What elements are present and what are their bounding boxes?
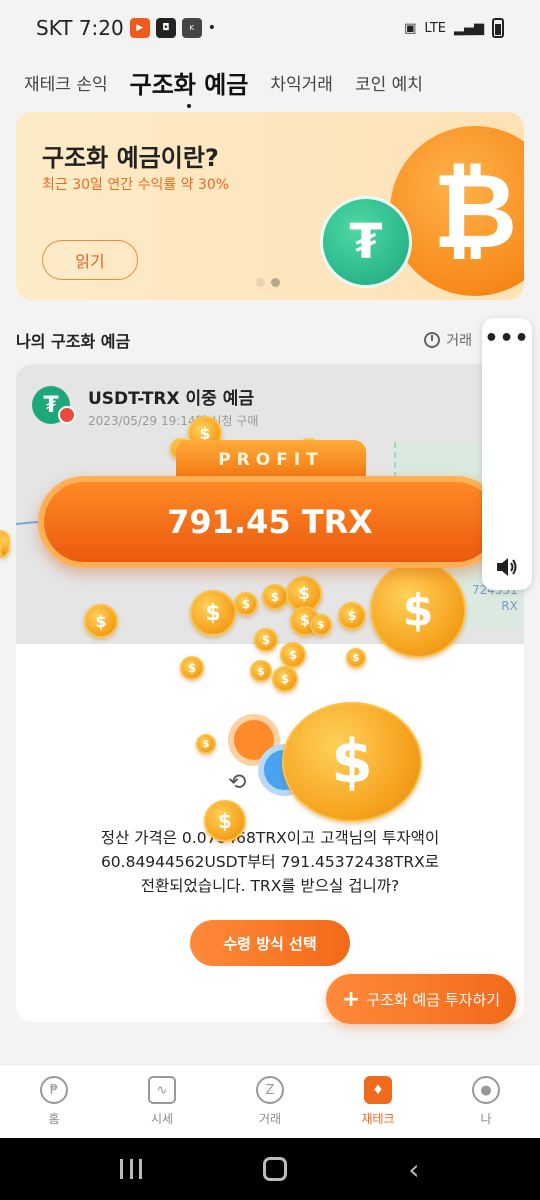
volume-icon[interactable] xyxy=(494,554,520,580)
nav-home[interactable]: ₱ 홈 xyxy=(0,1065,108,1138)
bank-app-icon: K xyxy=(181,18,202,38)
banner-subtitle: 최근 30일 연간 수익률 약 30% xyxy=(42,177,230,193)
profit-label: PROFIT xyxy=(176,440,366,480)
promo-banner[interactable]: 구조화 예금이란? 최근 30일 연간 수익률 약 30% 읽기 ₿ ₮ xyxy=(16,112,524,300)
lock-icon: ▣ xyxy=(404,20,417,36)
home-button-icon[interactable] xyxy=(263,1157,288,1181)
coin-icon: $ xyxy=(234,592,258,616)
coin-icon: $ xyxy=(272,666,298,692)
wealth-icon: ♦ xyxy=(364,1076,392,1104)
recent-apps-icon[interactable] xyxy=(120,1159,143,1179)
tab-coin-deposit[interactable]: 코인 예치 xyxy=(355,70,423,95)
profit-pill: 791.45 TRX xyxy=(38,476,502,568)
back-icon[interactable]: ‹ xyxy=(408,1153,419,1186)
status-left: SKT 7:20 ▶ ◘ K • xyxy=(36,16,216,40)
profit-overlay: PROFIT 791.45 TRX xyxy=(38,440,502,570)
my-deposit-header: 나의 구조화 예금 거래 xyxy=(16,328,524,352)
swap-arrow-icon: ⟲ xyxy=(228,770,247,795)
coin-icon: $ xyxy=(280,642,306,668)
invest-button-label: 구조화 예금 투자하기 xyxy=(366,990,501,1009)
clock-icon xyxy=(424,332,441,348)
more-options-icon[interactable]: ••• xyxy=(482,326,532,351)
trade-icon: Z xyxy=(256,1076,284,1104)
coin-icon: $ xyxy=(370,562,466,658)
choose-receive-method-button[interactable]: 수령 방식 선택 xyxy=(190,920,350,966)
status-bar: SKT 7:20 ▶ ◘ K • ▣ LTE ▂▄▆ xyxy=(0,0,540,56)
nav-wealth[interactable]: ♦ 재테크 xyxy=(324,1065,432,1138)
product-date: 2023/05/29 19:14일 신청 구매 xyxy=(88,414,259,428)
profit-value: 791.45 TRX xyxy=(167,503,373,541)
coin-icon: $ xyxy=(254,628,278,652)
chart-icon: ∿ xyxy=(148,1076,176,1104)
more-notifications-icon: • xyxy=(207,20,217,36)
coin-icon: $ xyxy=(282,702,422,822)
coin-icon: $ xyxy=(196,734,216,754)
nav-label: 시세 xyxy=(150,1112,174,1126)
coin-icon: $ xyxy=(180,656,204,680)
status-right: ▣ LTE ▂▄▆ xyxy=(404,18,504,38)
trx-icon xyxy=(58,406,76,424)
settlement-line: 60.84944562USDT부터 791.45372438TRX로 xyxy=(100,853,440,871)
product-name: USDT-TRX 이중 예금 xyxy=(88,389,255,409)
nav-trade[interactable]: Z 거래 xyxy=(216,1065,324,1138)
coin-icon: $ xyxy=(250,660,272,682)
settlement-line: 전환되었습니다. TRX를 받으실 겁니까? xyxy=(140,877,400,895)
network-label: LTE xyxy=(424,20,446,36)
invest-structured-deposit-button[interactable]: + 구조화 예금 투자하기 xyxy=(326,974,516,1024)
chart-value-line2: RX xyxy=(501,599,518,613)
nav-label: 거래 xyxy=(258,1112,282,1126)
carrier-time: SKT 7:20 xyxy=(36,16,124,40)
read-button[interactable]: 읽기 xyxy=(42,240,138,280)
nav-me[interactable]: ● 나 xyxy=(432,1065,540,1138)
history-link[interactable]: 거래 xyxy=(424,330,472,350)
profile-icon: ● xyxy=(472,1076,500,1104)
shopping-bag-icon: ◘ xyxy=(155,18,176,38)
battery-icon xyxy=(492,18,504,38)
coin-icon: $ xyxy=(346,648,366,668)
floating-side-panel: ••• xyxy=(482,318,532,590)
coin-icon: $ xyxy=(262,584,288,610)
nav-label: 나 xyxy=(480,1112,492,1126)
history-label: 거래 xyxy=(446,333,472,349)
tab-arbitrage[interactable]: 차익거래 xyxy=(270,70,333,95)
app-notification-icon: ▶ xyxy=(129,18,150,38)
bitcoin-icon: ₿ xyxy=(390,126,524,296)
nav-label: 홈 xyxy=(48,1112,60,1126)
carousel-dot-active[interactable] xyxy=(271,278,280,287)
plus-icon: + xyxy=(341,986,361,1012)
settlement-line: 정산 가격은 0.070468TRX이고 고객님의 투자액이 xyxy=(100,829,440,847)
carousel-dots xyxy=(256,278,280,287)
coin-icon: $ xyxy=(338,602,366,630)
tab-structured-deposit[interactable]: 구조화 예금 xyxy=(130,65,248,108)
coin-icon: $ xyxy=(84,604,118,638)
banner-title: 구조화 예금이란? xyxy=(42,144,219,172)
coin-icon: $ xyxy=(204,800,246,842)
nav-market[interactable]: ∿ 시세 xyxy=(108,1065,216,1138)
home-icon: ₱ xyxy=(40,1076,68,1104)
coin-icon xyxy=(0,530,10,558)
signal-icon: ▂▄▆ xyxy=(454,20,484,36)
coin-icon: $ xyxy=(310,614,332,636)
section-title: 나의 구조화 예금 xyxy=(16,332,131,351)
settlement-message: 정산 가격은 0.070468TRX이고 고객님의 투자액이 60.849445… xyxy=(46,826,494,898)
tether-icon: ₮ xyxy=(320,196,412,288)
carousel-dot[interactable] xyxy=(256,278,265,287)
nav-label: 재테크 xyxy=(361,1112,395,1126)
tab-wealth-pnl[interactable]: 재테크 손익 xyxy=(24,70,108,95)
system-nav-bar: ‹ xyxy=(0,1138,540,1200)
bottom-nav: ₱ 홈 ∿ 시세 Z 거래 ♦ 재테크 ● 나 xyxy=(0,1064,540,1138)
top-tabs: 재테크 손익 구조화 예금 차익거래 코인 예치 xyxy=(0,56,540,108)
coin-icon: $ xyxy=(190,590,236,636)
